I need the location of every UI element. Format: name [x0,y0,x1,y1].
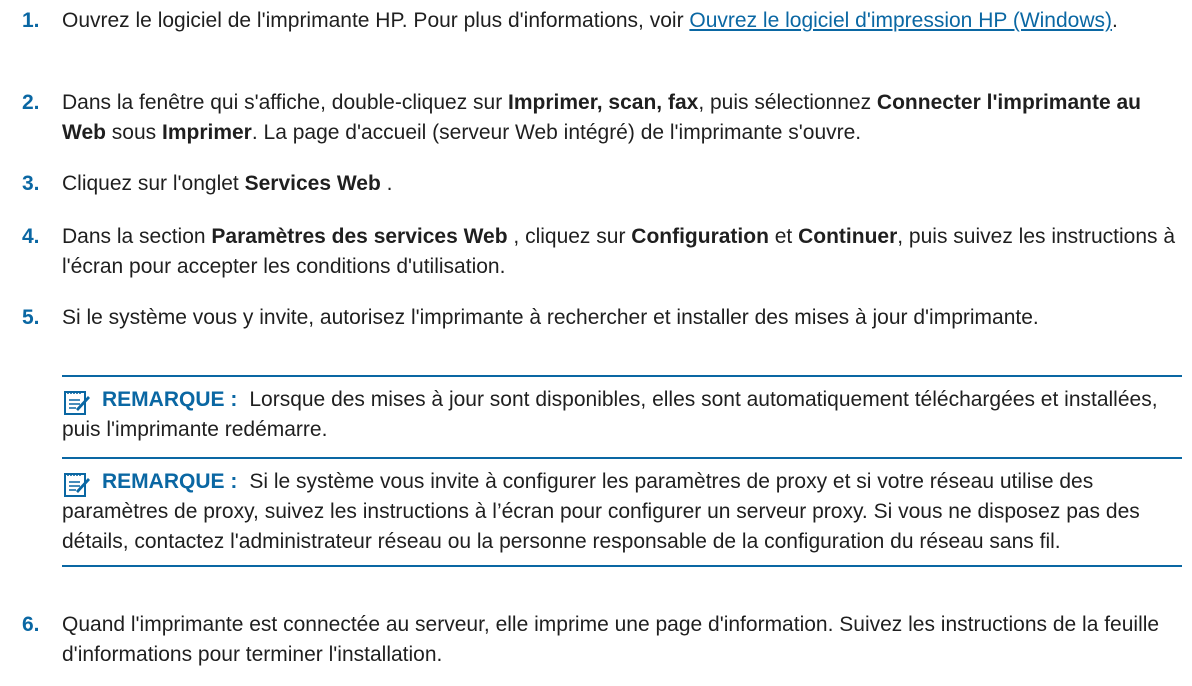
step-text: Si le système vous y invite, autorisez l… [62,306,1039,329]
open-hp-software-link[interactable]: Ouvrez le logiciel d'impression HP (Wind… [689,9,1112,32]
step-number: 3. [22,172,40,195]
step-text: Dans la fenêtre qui s'affiche, double-cl… [62,91,1141,144]
note-1: REMARQUE : Lorsque des mises à jour sont … [62,375,1182,445]
step-text: Cliquez sur l'onglet Services Web . [62,172,393,195]
note-body: REMARQUE : Lorsque des mises à jour sont … [62,377,1182,445]
note-pad-icon [64,473,90,497]
note-label: REMARQUE : [102,470,238,493]
note-2: REMARQUE : Si le système vous invite à co… [62,457,1182,567]
note-body: REMARQUE : Si le système vous invite à co… [62,459,1182,557]
step-number: 4. [22,225,40,248]
note-label: REMARQUE : [102,388,238,411]
step-number: 1. [22,9,40,32]
step-text: Dans la section Paramètres des services … [62,225,1176,278]
step-text: Quand l'imprimante est connectée au serv… [62,613,1160,666]
step-text: Ouvrez le logiciel de l'imprimante HP. P… [62,9,1118,32]
step-number: 2. [22,91,40,114]
note-pad-icon [64,391,90,415]
step-number: 5. [22,306,40,329]
step-number: 6. [22,613,40,636]
